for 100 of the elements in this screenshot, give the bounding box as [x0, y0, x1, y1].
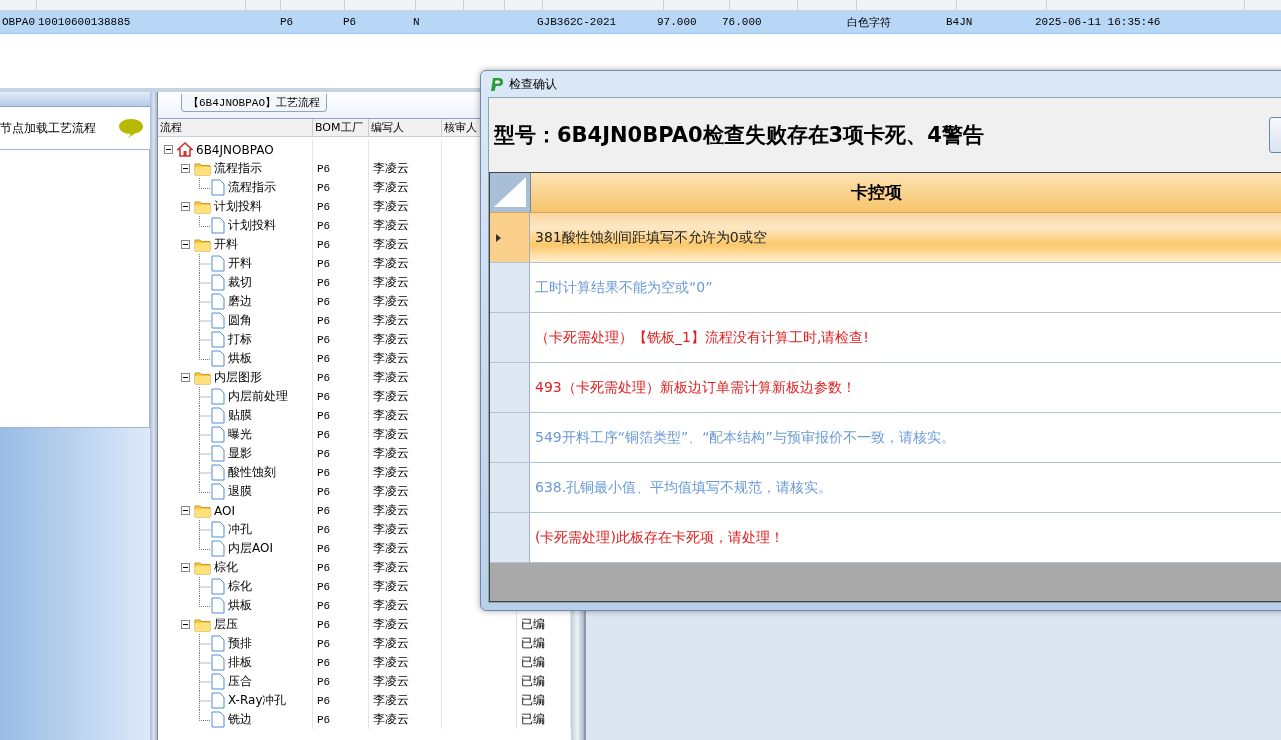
tree-item[interactable]: 6B4JNOBPAO: [196, 142, 274, 157]
table-cell: 2025-06-11 16:35:46: [1035, 16, 1161, 28]
page-icon: [211, 293, 225, 310]
tree-item[interactable]: AOI: [214, 503, 235, 518]
collapse-icon[interactable]: [181, 373, 190, 382]
table-cell-text: (卡死需处理)此板存在卡死项，请处理！: [534, 527, 784, 547]
table-cell: 76.000: [722, 16, 762, 28]
tree-item[interactable]: 打标: [228, 331, 252, 348]
table-row[interactable]: （卡死需处理）【铣板_1】流程没有计算工时,请检查!: [490, 313, 1281, 363]
tree-item[interactable]: 圆角: [228, 312, 252, 329]
select-all-corner[interactable]: [490, 173, 531, 212]
table-cell: 已编: [521, 635, 545, 652]
table-cell: P6: [317, 257, 331, 270]
tree-item[interactable]: 预排: [228, 635, 252, 652]
page-icon: [211, 635, 225, 652]
tree-item[interactable]: 磨边: [228, 293, 252, 310]
table-row[interactable]: OBPA0 10010600138885 P6 P6 N GJB362C-2021 97.000 76.000 白色字符 B4JN 2025-06-11 16:35:46: [0, 11, 1281, 34]
tree-item[interactable]: 压合: [228, 673, 252, 690]
table-cell: P6: [317, 447, 331, 460]
tree-item[interactable]: 贴膜: [228, 407, 252, 424]
tree-item[interactable]: 计划投料: [214, 198, 262, 215]
tree-connector-icon: [198, 444, 211, 463]
collapse-icon[interactable]: [164, 145, 173, 154]
page-icon: [211, 464, 225, 481]
table-row[interactable]: 381酸性蚀刻间距填写不允许为0或空: [490, 213, 1281, 263]
tree-item[interactable]: 计划投料: [228, 217, 276, 234]
tree-item[interactable]: 流程指示: [228, 179, 276, 196]
tree-item[interactable]: 铣边: [228, 711, 252, 728]
tree-item[interactable]: 内层AOI: [228, 540, 273, 557]
table-cell-text: 549开料工序“铜箔类型”、“配本结构”与预审报价不一致，请核实。: [534, 427, 955, 447]
table-cell: P6: [317, 504, 331, 517]
folder-icon: [194, 617, 211, 632]
table-cell: 李凌云: [373, 217, 409, 234]
collapse-icon[interactable]: [181, 164, 190, 173]
table-cell: 李凌云: [373, 578, 409, 595]
column-header[interactable]: 编写人: [369, 119, 442, 136]
table-cell: 已编: [521, 616, 545, 633]
tree-connector-icon: [198, 653, 211, 672]
tree-item[interactable]: 退膜: [228, 483, 252, 500]
table-cell: 李凌云: [373, 179, 409, 196]
tree-item[interactable]: 烘板: [228, 350, 252, 367]
tree-item[interactable]: 棕化: [228, 578, 252, 595]
table-cell: 李凌云: [373, 711, 409, 728]
table-cell: P6: [317, 713, 331, 726]
table-cell: 10010600138885: [38, 16, 131, 28]
table-cell: P6: [317, 466, 331, 479]
table-cell: 李凌云: [373, 654, 409, 671]
tree-item[interactable]: 裁切: [228, 274, 252, 291]
table-cell-text: 工时计算结果不能为空或“0”: [534, 277, 713, 297]
column-header[interactable]: BOM工厂: [313, 119, 369, 136]
folder-icon: [194, 370, 211, 385]
table-cell: P6: [317, 181, 331, 194]
tree-item[interactable]: 酸性蚀刻: [228, 464, 276, 481]
table-cell: GJB362C-2021: [537, 16, 617, 28]
collapse-icon[interactable]: [181, 563, 190, 572]
table-cell: 李凌云: [373, 331, 409, 348]
tree-item[interactable]: 排板: [228, 654, 252, 671]
table-cell: 李凌云: [373, 388, 409, 405]
column-header[interactable]: 流程: [158, 119, 313, 136]
collapse-icon[interactable]: [181, 240, 190, 249]
table-cell: P6: [317, 542, 331, 555]
tree-item[interactable]: 流程指示: [214, 160, 262, 177]
page-icon: [211, 255, 225, 272]
table-cell: 97.000: [657, 16, 697, 28]
table-cell: 李凌云: [373, 502, 409, 519]
page-icon: [211, 445, 225, 462]
collapse-icon[interactable]: [181, 620, 190, 629]
tree-item[interactable]: 开料: [214, 236, 238, 253]
table-cell: 李凌云: [373, 274, 409, 291]
table-cell-text: 493（卡死需处理）新板边订单需计算新板边参数！: [534, 377, 856, 397]
tree-item[interactable]: X-Ray冲孔: [228, 692, 287, 709]
collapse-icon[interactable]: [181, 506, 190, 515]
tree-item[interactable]: 层压: [214, 616, 238, 633]
panel-title: 节点加载工艺流程: [0, 119, 96, 137]
tree-item[interactable]: 曝光: [228, 426, 252, 443]
table-cell: P6: [317, 561, 331, 574]
collapse-icon[interactable]: [181, 202, 190, 211]
page-icon: [211, 673, 225, 690]
tree-item[interactable]: 冲孔: [228, 521, 252, 538]
page-icon: [211, 578, 225, 595]
table-cell: 李凌云: [373, 483, 409, 500]
tree-item[interactable]: 内层图形: [214, 369, 262, 386]
page-icon: [211, 407, 225, 424]
tree-item[interactable]: 棕化: [214, 559, 238, 576]
page-icon: [211, 521, 225, 538]
tree-connector-icon: [198, 311, 211, 330]
tree-item[interactable]: 显影: [228, 445, 252, 462]
table-row[interactable]: 493（卡死需处理）新板边订单需计算新板边参数！: [490, 363, 1281, 413]
table-cell: 李凌云: [373, 597, 409, 614]
table-cell: P6: [317, 352, 331, 365]
table-cell: P6: [317, 523, 331, 536]
table-cell: 已编: [521, 711, 545, 728]
tree-item[interactable]: 内层前处理: [228, 388, 288, 405]
tree-connector-icon: [198, 216, 211, 227]
table-row[interactable]: (卡死需处理)此板存在卡死项，请处理！: [490, 513, 1281, 563]
page-icon: [211, 711, 225, 728]
tree-item[interactable]: 开料: [228, 255, 252, 272]
tree-item[interactable]: 烘板: [228, 597, 252, 614]
table-cell: P6: [317, 485, 331, 498]
table-cell: P6: [317, 409, 331, 422]
